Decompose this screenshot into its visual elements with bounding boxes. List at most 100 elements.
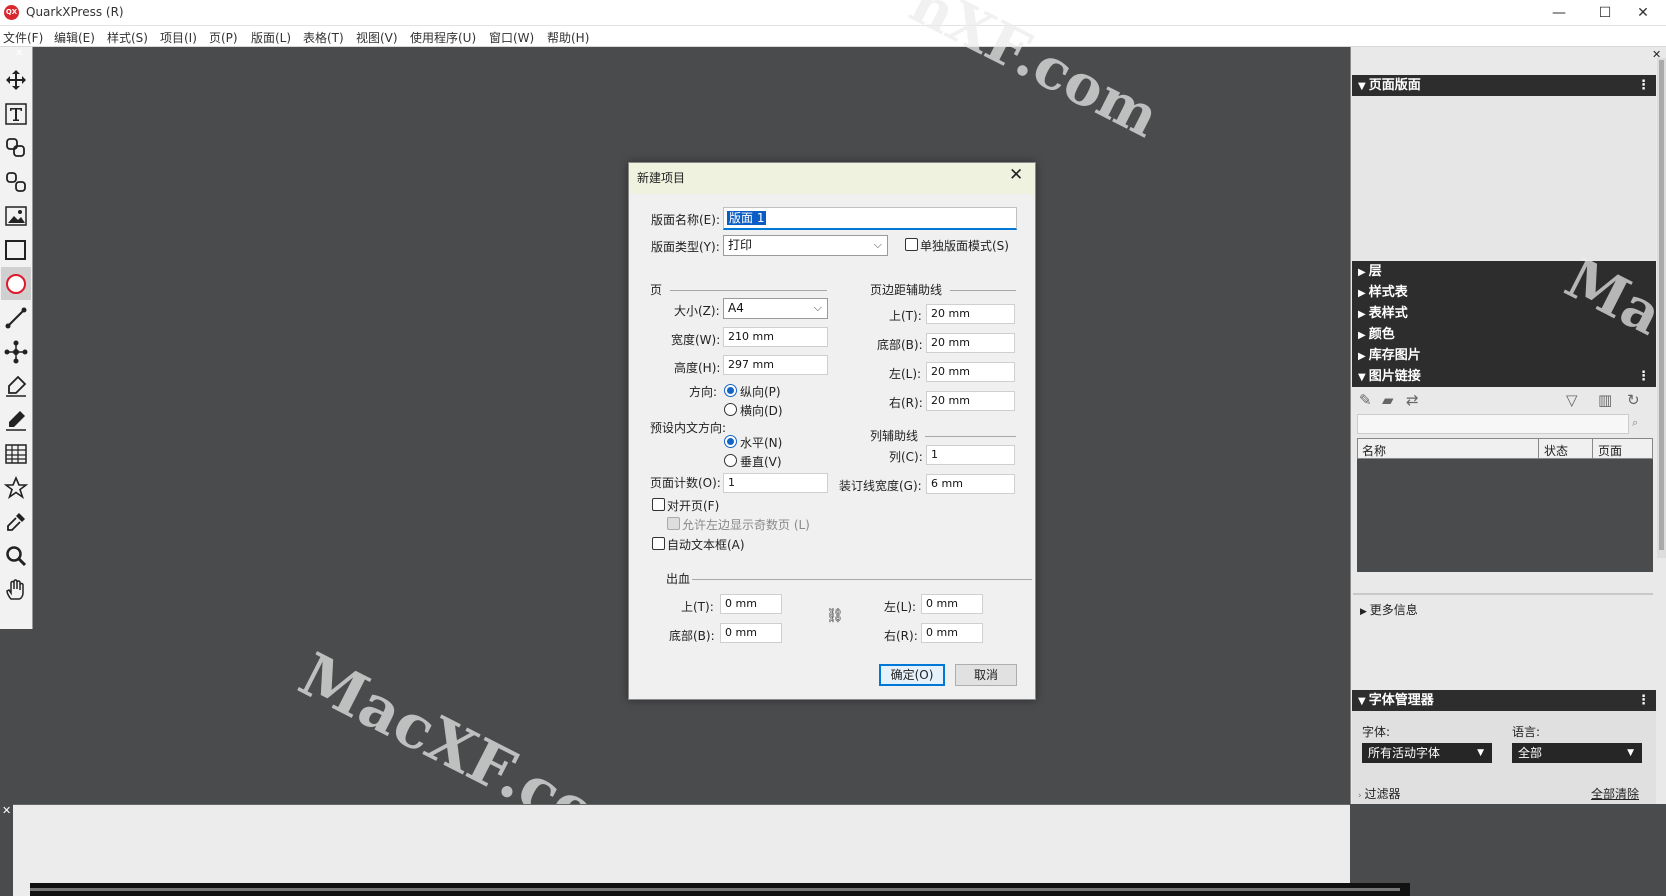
- font-manager-palette-header[interactable]: ▼ 字体管理器 ⋮: [1352, 690, 1656, 711]
- menu-help[interactable]: 帮助(H): [547, 29, 589, 46]
- column-page[interactable]: 页面: [1598, 442, 1622, 459]
- bleed-top-label: 上(T):: [681, 600, 714, 614]
- height-input[interactable]: 297 mm: [723, 355, 828, 375]
- bleed-right-input[interactable]: 0 mm: [921, 623, 983, 643]
- margin-right-input[interactable]: 20 mm: [926, 391, 1015, 411]
- picture-links-palette-header[interactable]: ▼ 图片链接 ⋮: [1352, 366, 1656, 387]
- text-linking-tool-icon[interactable]: [1, 131, 31, 164]
- move-tool-icon[interactable]: [1, 63, 31, 96]
- table-tool-icon[interactable]: [1, 437, 31, 470]
- collapse-icon: ▼: [1358, 81, 1366, 92]
- divider: [950, 290, 1016, 291]
- line-tool-icon[interactable]: [1, 301, 31, 334]
- filter-toggle[interactable]: › 过滤器: [1358, 785, 1400, 802]
- allow-odd-left-checkbox[interactable]: [667, 517, 680, 530]
- expand-icon: ▶: [1358, 330, 1366, 341]
- starburst-tool-icon[interactable]: [1, 471, 31, 504]
- allow-odd-left-label: 允许左边显示奇数页 (L): [682, 518, 810, 532]
- toolbox: [0, 47, 33, 629]
- bleed-bottom-label: 底部(B):: [669, 629, 715, 643]
- text-unlinking-tool-icon[interactable]: [1, 165, 31, 198]
- toolbox-close-icon[interactable]: ✕: [15, 48, 23, 59]
- menu-item[interactable]: 项目(I): [160, 29, 197, 46]
- columns-icon[interactable]: ▥: [1598, 391, 1612, 409]
- dialog-title: 新建项目: [637, 171, 686, 185]
- menu-utilities[interactable]: 使用程序(U): [410, 29, 476, 46]
- menu-file[interactable]: 文件(F): [3, 29, 43, 46]
- columns-input[interactable]: 1: [926, 445, 1015, 465]
- cancel-button[interactable]: 取消: [955, 664, 1017, 686]
- bleed-bottom-input[interactable]: 0 mm: [720, 623, 782, 643]
- picture-content-tool-icon[interactable]: [1, 199, 31, 232]
- expand-icon: ▶: [1358, 309, 1366, 320]
- text-content-tool-icon[interactable]: [1, 97, 31, 130]
- portrait-radio[interactable]: [724, 384, 737, 397]
- unlink-chain-icon[interactable]: ⛓: [826, 608, 844, 624]
- single-layout-checkbox[interactable]: [905, 238, 918, 251]
- minimize-button[interactable]: —: [1536, 0, 1582, 26]
- rectangle-box-tool-icon[interactable]: [1, 233, 31, 266]
- auto-text-box-checkbox[interactable]: [652, 537, 665, 550]
- margin-top-label: 上(T):: [889, 309, 922, 323]
- collapse-icon: ▼: [1358, 372, 1366, 383]
- page-layout-palette-header[interactable]: ▼ 页面版面 ⋮: [1352, 75, 1656, 96]
- hand-tool-icon[interactable]: [1, 573, 31, 606]
- clear-all-link[interactable]: 全部清除: [1591, 785, 1639, 802]
- palette-menu-icon[interactable]: ⋮: [1637, 366, 1650, 387]
- menu-style[interactable]: 样式(S): [107, 29, 148, 46]
- filter-icon[interactable]: ▽: [1566, 391, 1578, 409]
- relink-icon[interactable]: ⇄: [1406, 391, 1419, 409]
- margin-top-input[interactable]: 20 mm: [926, 304, 1015, 324]
- palette-menu-icon[interactable]: ⋮: [1637, 690, 1650, 711]
- horizontal-scroll-thumb[interactable]: [30, 888, 1400, 891]
- bleed-top-input[interactable]: 0 mm: [720, 594, 782, 614]
- bottom-panel-close-icon[interactable]: ✕: [2, 804, 11, 817]
- more-info-toggle[interactable]: ▶ 更多信息: [1360, 601, 1418, 618]
- vertical-radio[interactable]: [724, 454, 737, 467]
- oval-box-tool-icon[interactable]: [1, 267, 31, 300]
- gutter-width-input[interactable]: 6 mm: [926, 474, 1015, 494]
- menu-page[interactable]: 页(P): [209, 29, 238, 46]
- dialog-close-button[interactable]: ✕: [1009, 165, 1023, 185]
- menu-view[interactable]: 视图(V): [356, 29, 398, 46]
- links-search-input[interactable]: [1357, 414, 1629, 434]
- menu-window[interactable]: 窗口(W): [489, 29, 534, 46]
- freehand-pencil-tool-icon[interactable]: [1, 403, 31, 436]
- page-count-input[interactable]: 1: [723, 473, 828, 493]
- zoom-tool-icon[interactable]: [1, 539, 31, 572]
- column-divider[interactable]: [1592, 439, 1593, 459]
- refresh-icon[interactable]: ↻: [1627, 391, 1640, 409]
- palette-menu-icon[interactable]: ⋮: [1637, 75, 1650, 96]
- menu-table[interactable]: 表格(T): [303, 29, 344, 46]
- image-library-palette-header[interactable]: ▶ 库存图片: [1352, 345, 1656, 366]
- page-size-select[interactable]: A4 ⌵: [723, 298, 828, 319]
- menu-layout[interactable]: 版面(L): [251, 29, 291, 46]
- layout-name-input[interactable]: 版面 1: [723, 207, 1017, 230]
- bleed-right-label: 右(R):: [884, 629, 918, 643]
- bezier-pen-tool-icon[interactable]: [1, 335, 31, 368]
- column-divider[interactable]: [1538, 439, 1539, 459]
- eyedropper-tool-icon[interactable]: [1, 505, 31, 538]
- column-name[interactable]: 名称: [1362, 442, 1386, 459]
- column-status[interactable]: 状态: [1544, 442, 1568, 459]
- margin-left-input[interactable]: 20 mm: [926, 362, 1015, 382]
- app-logo: QX: [4, 5, 19, 20]
- landscape-radio[interactable]: [724, 403, 737, 416]
- close-window-button[interactable]: ✕: [1620, 0, 1666, 26]
- facing-pages-checkbox[interactable]: [652, 498, 665, 511]
- width-input[interactable]: 210 mm: [723, 327, 828, 347]
- language-label: 语言:: [1512, 725, 1541, 739]
- edit-pencil-icon[interactable]: ✎: [1359, 391, 1372, 409]
- language-select[interactable]: 全部 ▼: [1512, 743, 1642, 763]
- open-folder-icon[interactable]: ▰: [1382, 391, 1394, 409]
- page-section-title: 页: [650, 283, 663, 297]
- dialog-title-bar: [629, 163, 1035, 194]
- pen-edit-tool-icon[interactable]: [1, 369, 31, 402]
- layout-type-select[interactable]: 打印 ⌵: [723, 235, 888, 256]
- menu-edit[interactable]: 编辑(E): [54, 29, 95, 46]
- ok-button[interactable]: 确定(O): [879, 664, 945, 686]
- horizontal-radio[interactable]: [724, 435, 737, 448]
- margin-bottom-input[interactable]: 20 mm: [926, 333, 1015, 353]
- font-filter-select[interactable]: 所有活动字体 ▼: [1362, 743, 1492, 763]
- bleed-left-input[interactable]: 0 mm: [921, 594, 983, 614]
